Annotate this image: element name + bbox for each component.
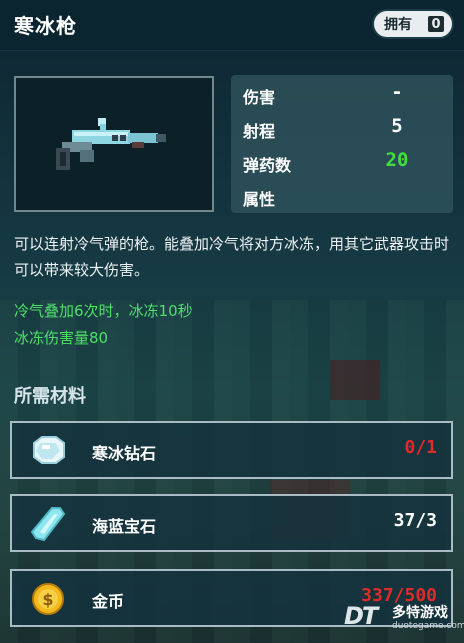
background-decor [330,360,380,400]
materials-heading: 所需材料 [14,386,86,407]
material-name: 海蓝宝石 [92,517,157,536]
stat-range-label: 射程 [243,122,276,141]
material-name: 金币 [92,592,125,611]
effect-line: 冷气叠加6次时，冰冻10秒 [14,302,193,320]
effect-line: 冰冻伤害量80 [14,329,109,347]
weapon-preview [14,76,214,212]
material-qty: 0/1 [404,437,437,458]
owned-count: 0 [428,16,444,32]
svg-text:$: $ [42,590,53,609]
gold-coin-icon: $ [32,583,64,615]
owned-label: 拥有 [384,17,412,33]
watermark-logo: DT [344,602,378,630]
stat-attribute-label: 属性 [243,190,276,209]
watermark-text: 多特游戏 [392,605,448,621]
stat-damage-value: - [391,81,403,103]
stats-panel: 伤害 - 射程 5 弹药数 20 属性 [231,75,453,213]
ice-gun-icon [56,118,166,170]
title-bar: 寒冰枪 拥有 0 [0,0,464,51]
material-row-aquamarine[interactable]: 海蓝宝石 37/3 [10,494,453,552]
weapon-description: 可以连射冷气弹的枪。能叠加冷气将对方冰冻，用其它武器攻击时可以带来较大伤害。 [14,235,450,279]
ice-diamond-icon [33,436,65,464]
stat-range-value: 5 [391,115,403,137]
stat-ammo-value: 20 [385,149,409,171]
watermark: DT 多特游戏 duotegame.com [344,600,464,640]
weapon-title: 寒冰枪 [14,14,77,38]
owned-badge: 拥有 0 [372,9,454,39]
material-qty: 37/3 [393,510,437,531]
watermark-url: duotegame.com [392,621,464,631]
stat-ammo-label: 弹药数 [243,156,292,175]
stat-damage-label: 伤害 [243,88,276,107]
material-row-ice-diamond[interactable]: 寒冰钻石 0/1 [10,421,453,479]
material-name: 寒冰钻石 [92,444,157,463]
aquamarine-icon [30,507,66,542]
